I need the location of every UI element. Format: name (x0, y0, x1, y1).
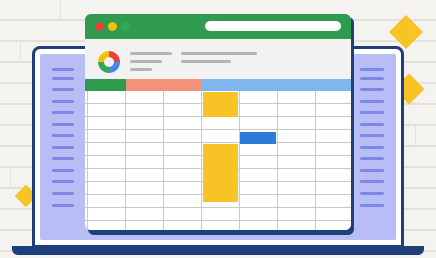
column-header-salmon[interactable] (126, 79, 164, 91)
doc-line (360, 68, 384, 71)
doc-line (52, 146, 74, 149)
address-bar[interactable] (205, 21, 341, 31)
doc-line (52, 111, 74, 114)
doc-line (360, 77, 384, 80)
maximize-dot-icon[interactable] (121, 22, 130, 31)
doc-line (360, 180, 384, 183)
title-placeholder-line (181, 60, 231, 63)
doc-line (52, 204, 74, 207)
minimize-dot-icon[interactable] (108, 22, 117, 31)
doc-line (360, 134, 384, 137)
doc-line (52, 169, 74, 172)
doc-line (52, 68, 74, 71)
doc-line (52, 180, 74, 183)
doc-line (52, 157, 74, 160)
logo-center (104, 57, 114, 67)
doc-line (52, 88, 74, 91)
doc-line (360, 111, 384, 114)
selected-cell-blue[interactable] (240, 132, 276, 144)
title-placeholder-line (181, 52, 257, 55)
highlighted-cell-yellow[interactable] (203, 144, 238, 202)
spreadsheet-window (85, 14, 351, 230)
doc-line (360, 146, 384, 149)
diamond-decoration-top-right (389, 15, 423, 49)
sheet-header (85, 39, 351, 79)
laptop-base (12, 246, 424, 255)
doc-line (360, 88, 384, 91)
highlighted-cell-yellow[interactable] (203, 92, 238, 117)
doc-line (52, 134, 74, 137)
close-dot-icon[interactable] (95, 22, 104, 31)
doc-line (52, 123, 74, 126)
column-header-salmon[interactable] (164, 79, 202, 91)
doc-line (360, 169, 384, 172)
doc-line (360, 192, 384, 195)
wall-plank-seam (415, 126, 416, 145)
doc-line (360, 100, 384, 103)
title-placeholder-line (130, 60, 162, 63)
title-placeholder-line (130, 68, 152, 71)
title-placeholder-line (130, 52, 172, 55)
wall-plank-seam (10, 168, 11, 187)
doc-line (52, 192, 74, 195)
column-header-green[interactable] (85, 79, 126, 91)
wall-plank-seam (20, 42, 21, 61)
doc-line (360, 123, 384, 126)
doc-line (52, 100, 74, 103)
doc-line (360, 204, 384, 207)
column-header-blue[interactable] (202, 79, 351, 91)
doc-line (52, 77, 74, 80)
wall-plank-seam (60, 0, 61, 19)
doc-line (360, 157, 384, 160)
